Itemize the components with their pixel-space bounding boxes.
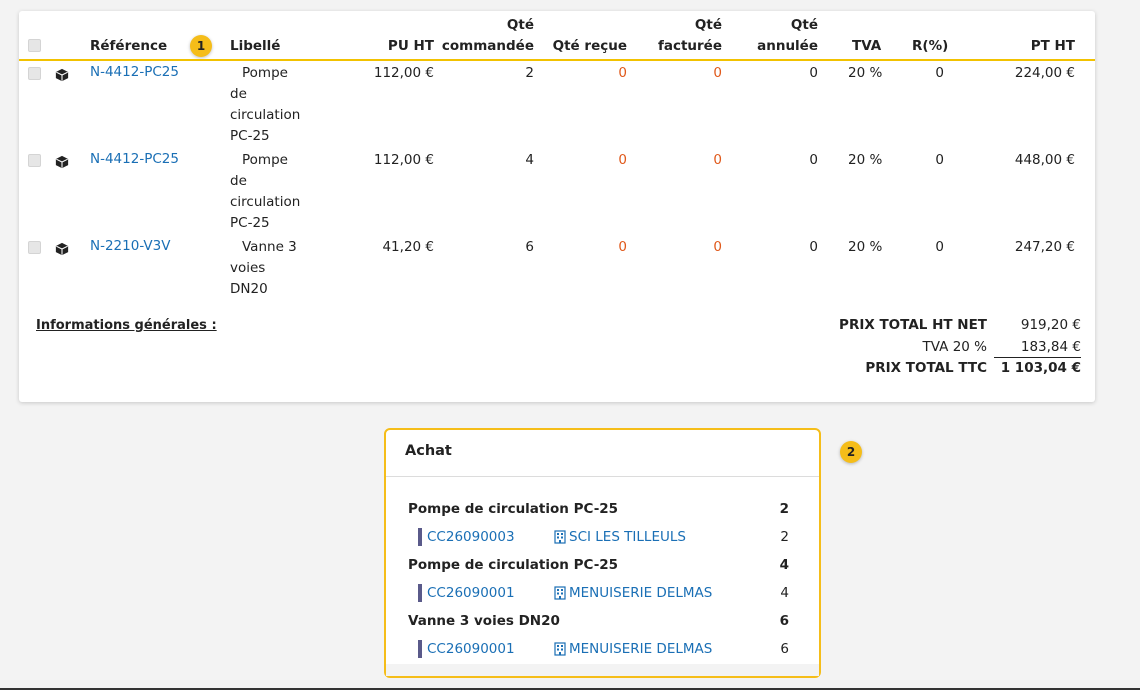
totals-divider bbox=[994, 357, 1081, 358]
building-icon bbox=[554, 586, 566, 600]
row-qte-commandee: 6 bbox=[525, 239, 534, 255]
libelle-line: Pompe bbox=[242, 65, 288, 81]
row-tva: 20 % bbox=[848, 152, 883, 168]
col-header-reference[interactable]: Référence bbox=[90, 36, 167, 57]
col-header-qte-facturee-1[interactable]: Qté bbox=[632, 15, 722, 36]
row-reference-link[interactable]: N-4412-PC25 bbox=[90, 62, 179, 83]
achat-product-name: Vanne 3 voies DN20 bbox=[408, 613, 560, 629]
row-checkbox[interactable] bbox=[28, 241, 41, 254]
order-link[interactable]: CC26090003 bbox=[427, 529, 515, 545]
row-qte-facturee: 0 bbox=[713, 152, 722, 168]
libelle-line: de bbox=[230, 173, 247, 189]
order-marker bbox=[418, 528, 422, 546]
building-icon bbox=[554, 530, 566, 544]
row-libelle: Vanne 3 voies DN20 bbox=[230, 237, 320, 300]
row-remise: 0 bbox=[935, 65, 944, 81]
row-pt-ht: 448,00 € bbox=[1014, 152, 1075, 168]
package-icon bbox=[55, 68, 69, 82]
order-lines-card: Référence 1 Libellé PU HT Qté commandée … bbox=[19, 11, 1095, 402]
order-line-qty: 2 bbox=[780, 529, 789, 545]
order-line-qty: 4 bbox=[780, 585, 789, 601]
achat-footer bbox=[386, 664, 819, 676]
total-ht-net-label: PRIX TOTAL HT NET bbox=[839, 317, 987, 333]
achat-product-qty: 6 bbox=[779, 613, 789, 629]
col-header-pu-ht[interactable]: PU HT bbox=[374, 36, 434, 57]
col-header-qte-facturee-2[interactable]: facturée bbox=[632, 36, 722, 57]
total-ht-net-value: 919,20 € bbox=[1020, 317, 1081, 333]
row-libelle: Pompe de circulation PC-25 bbox=[230, 150, 320, 234]
order-marker bbox=[418, 640, 422, 658]
libelle-line: PC-25 bbox=[230, 215, 270, 231]
row-qte-recue: 0 bbox=[618, 152, 627, 168]
libelle-line: voies bbox=[230, 260, 266, 276]
header-divider bbox=[19, 59, 1095, 61]
col-header-tva[interactable]: TVA bbox=[852, 36, 881, 57]
col-header-qte-annulee-1[interactable]: Qté bbox=[727, 15, 818, 36]
row-remise: 0 bbox=[935, 239, 944, 255]
help-badge-1[interactable]: 1 bbox=[190, 35, 212, 57]
col-header-pt-ht[interactable]: PT HT bbox=[989, 36, 1075, 57]
row-pt-ht: 247,20 € bbox=[1014, 239, 1075, 255]
order-link[interactable]: CC26090001 bbox=[427, 585, 515, 601]
row-qte-facturee: 0 bbox=[713, 65, 722, 81]
order-line-qty: 6 bbox=[780, 641, 789, 657]
general-info-label: Informations générales : bbox=[36, 318, 217, 333]
row-remise: 0 bbox=[935, 152, 944, 168]
total-tva-value: 183,84 € bbox=[1020, 339, 1081, 355]
row-qte-recue: 0 bbox=[618, 239, 627, 255]
col-header-remise[interactable]: R(%) bbox=[912, 36, 948, 57]
row-tva: 20 % bbox=[848, 65, 883, 81]
libelle-line: PC-25 bbox=[230, 128, 270, 144]
libelle-line: circulation bbox=[230, 107, 301, 123]
row-pu-ht: 112,00 € bbox=[373, 152, 434, 168]
total-tva-label: TVA 20 % bbox=[922, 339, 987, 355]
row-qte-facturee: 0 bbox=[713, 239, 722, 255]
package-icon bbox=[55, 242, 69, 256]
order-link[interactable]: CC26090001 bbox=[427, 641, 515, 657]
row-reference-link[interactable]: N-2210-V3V bbox=[90, 236, 170, 257]
client-link[interactable]: SCI LES TILLEULS bbox=[569, 529, 686, 545]
client-link[interactable]: MENUISERIE DELMAS bbox=[569, 641, 712, 657]
row-qte-annulee: 0 bbox=[809, 239, 818, 255]
row-qte-commandee: 4 bbox=[525, 152, 534, 168]
col-header-qte-annulee-2[interactable]: annulée bbox=[727, 36, 818, 57]
total-ttc-value: 1 103,04 € bbox=[1000, 360, 1081, 376]
achat-product-qty: 2 bbox=[779, 501, 789, 517]
help-badge-2[interactable]: 2 bbox=[840, 441, 862, 463]
col-header-qte-commandee-2[interactable]: commandée bbox=[439, 36, 534, 57]
row-qte-commandee: 2 bbox=[525, 65, 534, 81]
row-qte-annulee: 0 bbox=[809, 152, 818, 168]
achat-title: Achat bbox=[405, 443, 452, 459]
libelle-line: DN20 bbox=[230, 281, 268, 297]
total-ttc-label: PRIX TOTAL TTC bbox=[865, 360, 987, 376]
achat-product-name: Pompe de circulation PC-25 bbox=[408, 501, 619, 517]
achat-product-qty: 4 bbox=[779, 557, 789, 573]
libelle-line: Pompe bbox=[242, 152, 288, 168]
achat-panel: Achat Pompe de circulation PC-25 2 CC260… bbox=[384, 428, 821, 678]
building-icon bbox=[554, 642, 566, 656]
row-pu-ht: 112,00 € bbox=[373, 65, 434, 81]
row-tva: 20 % bbox=[848, 239, 883, 255]
package-icon bbox=[55, 155, 69, 169]
row-checkbox[interactable] bbox=[28, 67, 41, 80]
libelle-line: de bbox=[230, 86, 247, 102]
row-reference-link[interactable]: N-4412-PC25 bbox=[90, 149, 179, 170]
row-pu-ht: 41,20 € bbox=[382, 239, 434, 255]
row-libelle: Pompe de circulation PC-25 bbox=[230, 63, 320, 147]
col-header-libelle[interactable]: Libellé bbox=[230, 36, 280, 57]
row-qte-annulee: 0 bbox=[809, 65, 818, 81]
select-all-checkbox[interactable] bbox=[28, 39, 41, 52]
libelle-line: Vanne 3 bbox=[242, 239, 297, 255]
libelle-line: circulation bbox=[230, 194, 301, 210]
col-header-qte-commandee-1[interactable]: Qté bbox=[439, 15, 534, 36]
achat-divider bbox=[386, 476, 819, 477]
client-link[interactable]: MENUISERIE DELMAS bbox=[569, 585, 712, 601]
achat-product-name: Pompe de circulation PC-25 bbox=[408, 557, 619, 573]
order-marker bbox=[418, 584, 422, 602]
row-checkbox[interactable] bbox=[28, 154, 41, 167]
col-header-qte-recue[interactable]: Qté reçue bbox=[539, 36, 627, 57]
row-pt-ht: 224,00 € bbox=[1014, 65, 1075, 81]
row-qte-recue: 0 bbox=[618, 65, 627, 81]
